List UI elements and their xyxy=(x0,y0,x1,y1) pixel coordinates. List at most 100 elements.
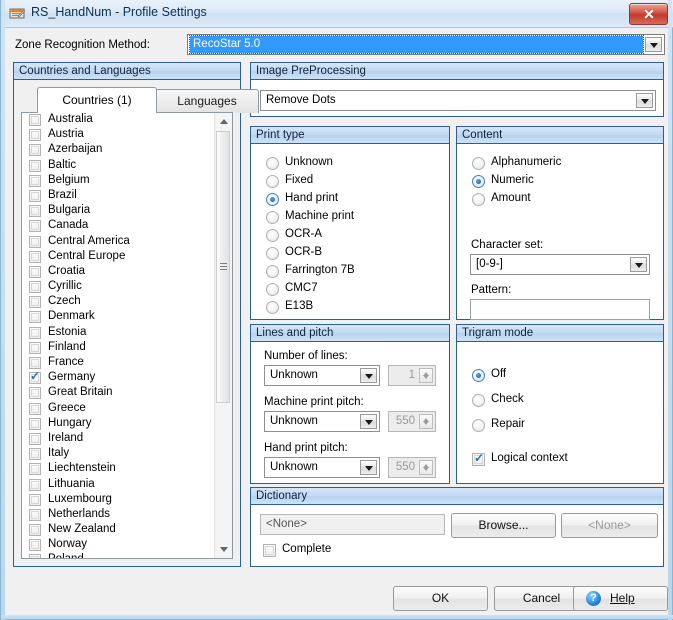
checkbox-icon[interactable] xyxy=(29,160,41,172)
browse-button[interactable]: Browse... xyxy=(451,513,556,538)
checkbox-icon[interactable] xyxy=(29,251,41,263)
dictionary-none-button[interactable]: <None> xyxy=(561,513,658,538)
checkbox-icon[interactable] xyxy=(29,144,41,156)
list-item[interactable]: Denmark xyxy=(22,310,232,325)
dictionary-path-field[interactable]: <None> xyxy=(260,514,445,535)
list-item[interactable]: Liechtenstein xyxy=(22,462,232,477)
scroll-up-icon[interactable] xyxy=(215,113,232,130)
lines-pitch-spinner-0[interactable]: 1 xyxy=(388,365,436,386)
checkbox-icon[interactable] xyxy=(29,554,41,558)
zone-recognition-method-value: RecoStar 5.0 xyxy=(190,36,643,53)
checkbox-icon[interactable] xyxy=(29,463,41,475)
tab-languages[interactable]: Languages xyxy=(155,89,259,113)
checkbox-icon[interactable] xyxy=(29,479,41,491)
chevron-down-icon[interactable] xyxy=(360,368,377,383)
checkbox-icon[interactable] xyxy=(29,509,41,521)
preprocessing-combo[interactable]: Remove Dots xyxy=(260,90,656,111)
spinner-arrows-icon[interactable] xyxy=(419,368,433,383)
list-item[interactable]: Canada xyxy=(22,219,232,234)
help-button[interactable]: Help xyxy=(573,586,668,611)
checkbox-icon[interactable] xyxy=(29,190,41,202)
spinner-arrows-icon[interactable] xyxy=(419,414,433,429)
checkbox-icon[interactable] xyxy=(29,114,41,126)
checkbox-icon[interactable] xyxy=(29,175,41,187)
chevron-down-icon[interactable] xyxy=(636,93,653,108)
list-item[interactable]: Austria xyxy=(22,128,232,143)
checkbox-icon[interactable] xyxy=(29,403,41,415)
checkbox-icon[interactable] xyxy=(29,342,41,354)
list-item[interactable]: Azerbaijan xyxy=(22,143,232,158)
checkbox-icon[interactable] xyxy=(29,524,41,536)
lines-pitch-spinner-value-0: 1 xyxy=(409,369,415,381)
list-item[interactable]: Croatia xyxy=(22,265,232,280)
list-item[interactable]: Poland xyxy=(22,553,232,558)
checkbox-icon[interactable] xyxy=(29,372,41,384)
list-item[interactable]: Germany xyxy=(22,371,232,386)
checkbox-icon[interactable] xyxy=(29,236,41,248)
list-item[interactable]: Bulgaria xyxy=(22,204,232,219)
tab-countries-label: Countries (1) xyxy=(62,93,131,107)
checkbox-icon[interactable] xyxy=(29,433,41,445)
checkbox-icon[interactable] xyxy=(29,296,41,308)
close-icon[interactable] xyxy=(629,3,668,25)
list-item[interactable]: France xyxy=(22,356,232,371)
checkbox-icon[interactable] xyxy=(29,205,41,217)
list-item[interactable]: Baltic xyxy=(22,159,232,174)
dictionary-header: Dictionary xyxy=(251,488,663,505)
ok-button[interactable]: OK xyxy=(393,586,488,611)
checkbox-icon[interactable] xyxy=(29,418,41,430)
list-item[interactable]: Central Europe xyxy=(22,250,232,265)
lines-pitch-combo-1[interactable]: Unknown xyxy=(264,411,380,432)
list-item[interactable]: Great Britain xyxy=(22,386,232,401)
chevron-down-icon[interactable] xyxy=(360,414,377,429)
list-item[interactable]: Hungary xyxy=(22,417,232,432)
country-list-scrollbar[interactable] xyxy=(214,113,232,558)
list-item[interactable]: Greece xyxy=(22,402,232,417)
checkbox-icon[interactable] xyxy=(29,448,41,460)
list-item[interactable]: Finland xyxy=(22,341,232,356)
lines-pitch-spinner-1[interactable]: 550 xyxy=(388,411,436,432)
lines-pitch-spinner-2[interactable]: 550 xyxy=(388,457,436,478)
list-item[interactable]: New Zealand xyxy=(22,523,232,538)
list-item[interactable]: Norway xyxy=(22,538,232,553)
zone-recognition-method-combo[interactable]: RecoStar 5.0 xyxy=(187,34,665,55)
checkbox-icon[interactable] xyxy=(29,311,41,323)
checkbox-icon[interactable] xyxy=(29,387,41,399)
list-item[interactable]: Italy xyxy=(22,447,232,462)
list-item[interactable]: Czech xyxy=(22,295,232,310)
list-item[interactable]: Ireland xyxy=(22,432,232,447)
list-item[interactable]: Lithuania xyxy=(22,478,232,493)
lines-pitch-combo-2[interactable]: Unknown xyxy=(264,457,380,478)
scrollbar-thumb[interactable] xyxy=(216,131,230,403)
list-item[interactable]: Brazil xyxy=(22,189,232,204)
list-item[interactable]: Cyrillic xyxy=(22,280,232,295)
tab-countries[interactable]: Countries (1) xyxy=(37,87,157,113)
checkbox-icon[interactable] xyxy=(29,539,41,551)
country-list[interactable]: AustraliaAustriaAzerbaijanBalticBelgiumB… xyxy=(22,113,232,558)
list-item[interactable]: Central America xyxy=(22,235,232,250)
checkbox-icon[interactable] xyxy=(29,266,41,278)
lines-pitch-combo-0[interactable]: Unknown xyxy=(264,365,380,386)
checkbox-icon[interactable] xyxy=(29,129,41,141)
character-set-combo[interactable]: [0-9-] xyxy=(470,254,650,275)
checkbox-icon[interactable] xyxy=(29,220,41,232)
lines-pitch-label-0: Number of lines: xyxy=(264,350,348,362)
chevron-down-icon[interactable] xyxy=(360,460,377,475)
spinner-arrows-icon[interactable] xyxy=(419,460,433,475)
checkbox-icon[interactable] xyxy=(29,327,41,339)
character-set-value: [0-9-] xyxy=(476,258,503,270)
list-item[interactable]: Australia xyxy=(22,113,232,128)
dictionary-group: Dictionary <None> Browse... <None> Compl… xyxy=(250,487,664,567)
chevron-down-icon[interactable] xyxy=(630,257,647,272)
scroll-down-icon[interactable] xyxy=(215,541,232,558)
checkbox-icon[interactable] xyxy=(29,494,41,506)
list-item[interactable]: Belgium xyxy=(22,174,232,189)
checkbox-icon[interactable] xyxy=(29,357,41,369)
list-item[interactable]: Luxembourg xyxy=(22,493,232,508)
country-name: Ireland xyxy=(48,432,83,444)
list-item[interactable]: Estonia xyxy=(22,326,232,341)
chevron-down-icon[interactable] xyxy=(645,37,662,52)
checkbox-icon[interactable] xyxy=(29,281,41,293)
pattern-input[interactable] xyxy=(470,299,650,320)
list-item[interactable]: Netherlands xyxy=(22,508,232,523)
